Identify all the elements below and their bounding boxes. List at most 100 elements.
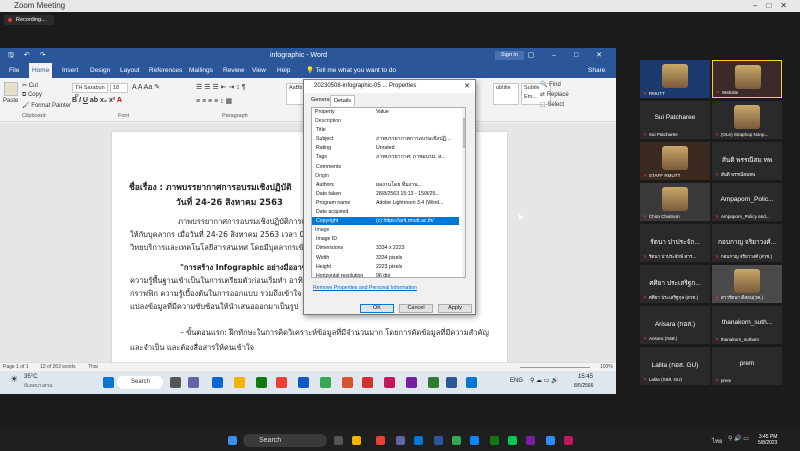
replace-button[interactable]: ⇄ Replace: [540, 91, 569, 98]
participant-tile[interactable]: thanakorn_suth... ✕ thanakorn_sutham: [712, 306, 782, 344]
property-list-header[interactable]: Property Value: [312, 108, 459, 116]
pdf-icon[interactable]: [362, 377, 373, 388]
word-icon[interactable]: [446, 377, 457, 388]
header-value[interactable]: Value: [376, 108, 456, 116]
participant-tile[interactable]: ✕ สาวรัตนา ดีสอน(วค.): [712, 265, 782, 303]
task-view-icon[interactable]: [170, 377, 181, 388]
participant-tile[interactable]: ✕ Chira Chaitoon: [640, 183, 710, 221]
outlook-icon[interactable]: [466, 377, 477, 388]
taskbar-time[interactable]: 15:45: [578, 374, 593, 380]
font-name-select[interactable]: TH Sarabun P: [72, 83, 108, 100]
taskbar-search[interactable]: Search: [117, 376, 163, 389]
start-icon[interactable]: [103, 377, 114, 388]
chrome-icon[interactable]: [276, 377, 287, 388]
tab-details[interactable]: Details: [330, 95, 356, 106]
style-normal[interactable]: AaBb: [286, 83, 304, 105]
cancel-button[interactable]: Cancel: [399, 304, 433, 313]
close-icon[interactable]: ✕: [464, 80, 470, 93]
word-icon[interactable]: [434, 436, 443, 445]
window-controls[interactable]: –□✕: [753, 0, 796, 12]
participant-tile[interactable]: ✕ RMUTT: [640, 60, 710, 98]
property-row[interactable]: Date acquired: [312, 208, 459, 216]
tab-design[interactable]: Design: [87, 63, 113, 78]
font-size-select[interactable]: 18: [110, 83, 128, 93]
tab-references[interactable]: References: [146, 63, 185, 78]
participant-tile[interactable]: รัตนา ปาประจัก... ✕ รัตนา ปาประจักษ์ สาร..…: [640, 224, 710, 262]
edge-icon[interactable]: [414, 436, 423, 445]
file-explorer-icon[interactable]: [234, 377, 245, 388]
property-row[interactable]: Tags ภาพบรรยากาศ; ภาพอบรม; ส...: [312, 153, 459, 161]
tab-home[interactable]: Home: [29, 63, 53, 78]
task-view-icon[interactable]: [334, 436, 343, 445]
zoom-app-icon[interactable]: [212, 377, 223, 388]
teams-icon[interactable]: [396, 436, 405, 445]
tray-icons[interactable]: ⚲ 🔊 ▭: [728, 435, 749, 442]
property-row[interactable]: Copyright (c) https://arit.rmutt.ac.th/: [312, 217, 459, 226]
property-section[interactable]: Image: [312, 226, 459, 234]
property-row[interactable]: Title: [312, 126, 459, 134]
participant-tile[interactable]: Lalita (กอส. GU) ✕ Lalita (กอส. GU): [640, 347, 710, 385]
windows-start-icon[interactable]: [228, 436, 237, 445]
property-row[interactable]: Comments: [312, 163, 459, 171]
property-row[interactable]: Subject ภาพบรรยากาศการอบรมเชิงปฏิ...: [312, 135, 459, 143]
remove-properties-link[interactable]: Remove Properties and Personal Informati…: [313, 285, 417, 291]
ok-button[interactable]: OK: [360, 304, 394, 313]
property-row[interactable]: Program name Adobe Lightroom 3.4 (Wind...: [312, 199, 459, 207]
chrome-profile-icon[interactable]: [452, 436, 461, 445]
paste-icon[interactable]: [4, 82, 18, 96]
participant-tile[interactable]: ✕ Website: [712, 60, 782, 98]
property-section[interactable]: Origin: [312, 172, 459, 180]
property-row[interactable]: Width 3334 pixels: [312, 254, 459, 262]
participant-tile[interactable]: สันติ พรรณีสม ทพ ✕ สันติ พรรณีสมทพ: [712, 142, 782, 180]
teams-chat-icon[interactable]: [406, 377, 417, 388]
property-row[interactable]: Horizontal resolution 96 dpi: [312, 272, 459, 277]
teams-icon[interactable]: [188, 377, 199, 388]
copy-button[interactable]: ⧉ Copy: [22, 92, 42, 99]
taskbar-date[interactable]: 8/5/2566: [574, 383, 593, 389]
align-icons[interactable]: ≡ ≡ ≡ ≡ ↕ ▦: [196, 97, 232, 105]
property-row[interactable]: Dimensions 3334 x 2223: [312, 244, 459, 252]
property-row[interactable]: Rating Unrated: [312, 144, 459, 152]
participant-tile[interactable]: Arisara (กอส.) ✕ Arisara (กอส.): [640, 306, 710, 344]
windows-search[interactable]: Search: [243, 434, 327, 447]
tray-icons[interactable]: ⚲ ☁ ▭ 🔊: [530, 377, 559, 384]
participant-tile[interactable]: กอบกาญ จริยาวงศ์... ✕ กอบกาญ จริยาวงศ์ (สว…: [712, 224, 782, 262]
tell-me-box[interactable]: 💡 Tell me what you want to do: [306, 63, 396, 78]
format-painter-button[interactable]: 🖌 Format Painter: [22, 102, 71, 109]
excel-icon[interactable]: [256, 377, 267, 388]
paste-button[interactable]: Paste: [3, 98, 18, 104]
zoom-icon[interactable]: [470, 436, 479, 445]
app-icon[interactable]: [526, 436, 535, 445]
input-language[interactable]: ไทย: [712, 436, 723, 446]
format-icons[interactable]: B I U ab x₂ x² A: [72, 97, 122, 104]
property-section[interactable]: Description: [312, 117, 459, 125]
style-subtitle[interactable]: ubtitle: [493, 83, 519, 105]
find-button[interactable]: 🔍 Find: [540, 81, 561, 88]
property-row[interactable]: Authors ผลงานโดย ทีมงาน...: [312, 181, 459, 189]
participant-tile[interactable]: ศศิยา ประเสริฐก... ✕ ศศิยา ประเสริฐกุล (สว…: [640, 265, 710, 303]
participant-tile[interactable]: prem ✕ prem: [712, 347, 782, 385]
zoom-icon[interactable]: [298, 377, 309, 388]
list-icons[interactable]: ☰ ☰ ☰ ⇤ ⇥ ↕ ¶: [196, 83, 246, 91]
tab-mailings[interactable]: Mailings: [186, 63, 216, 78]
participant-tile[interactable]: ✕ (OLe) Siraphop Nonp...: [712, 101, 782, 139]
zoom-meeting-icon[interactable]: [546, 436, 555, 445]
tab-file[interactable]: File: [6, 63, 22, 78]
tab-review[interactable]: Review: [220, 63, 247, 78]
photos-icon[interactable]: [428, 377, 439, 388]
line-icon[interactable]: [508, 436, 517, 445]
zoom-slider[interactable]: [520, 367, 590, 368]
input-language[interactable]: ENG: [510, 378, 523, 384]
weather-temp[interactable]: 35°C: [24, 374, 37, 380]
sign-in-button[interactable]: Sign in: [495, 51, 524, 60]
tab-help[interactable]: Help: [274, 63, 293, 78]
file-explorer-icon[interactable]: [352, 436, 361, 445]
property-row[interactable]: Height 2223 pixels: [312, 263, 459, 271]
tab-view[interactable]: View: [249, 63, 269, 78]
app-icon[interactable]: [384, 377, 395, 388]
property-row[interactable]: Date taken 28/8/2563 15:13 - 15/8/25...: [312, 190, 459, 198]
tab-layout[interactable]: Layout: [117, 63, 143, 78]
cut-button[interactable]: ✂ Cut: [22, 82, 38, 89]
tab-insert[interactable]: Insert: [59, 63, 81, 78]
chrome-profile-icon[interactable]: [320, 377, 331, 388]
